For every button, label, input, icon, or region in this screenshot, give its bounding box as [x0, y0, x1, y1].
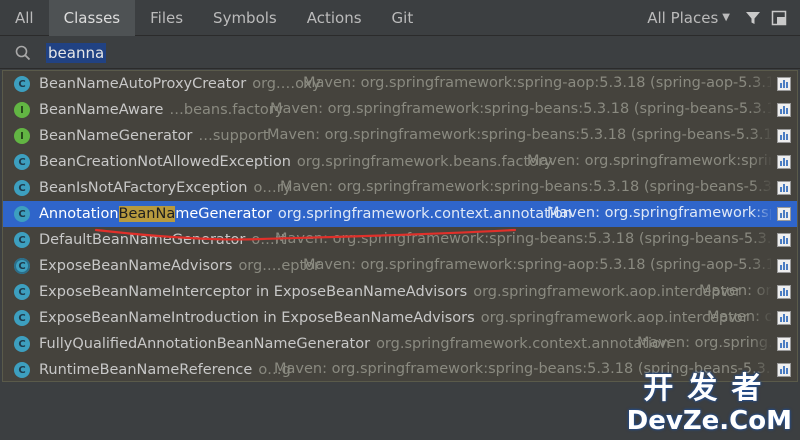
tab-all[interactable]: All [0, 0, 49, 36]
result-name: AnnotationBeanNameGenerator [39, 206, 272, 222]
result-package: org.springframework.context.annotation [277, 206, 572, 222]
abstract-class-icon: C [14, 258, 30, 274]
interface-icon: I [14, 102, 30, 118]
result-name: BeanNameAware [39, 102, 164, 118]
result-row[interactable]: C BeanCreationNotAllowedException org.spri… [3, 149, 797, 175]
scope-label: All Places [647, 8, 719, 27]
result-row[interactable]: I BeanNameAware …beans.factory Maven: org.s… [3, 97, 797, 123]
class-icon: C [14, 284, 30, 300]
class-icon: C [14, 180, 30, 196]
class-icon: C [14, 362, 30, 378]
result-name: BeanNameGenerator [39, 128, 193, 144]
class-icon: C [14, 310, 30, 326]
result-library: Maven: org.springframework:spring-aop:5.… [303, 75, 771, 91]
result-row[interactable]: C ExposeBeanNameIntroduction in ExposeBea… [3, 305, 797, 331]
class-icon: C [14, 232, 30, 248]
result-package: …support [198, 128, 269, 144]
interface-icon: I [14, 128, 30, 144]
result-row[interactable]: C BeanNameAutoProxyCreator org.…oxy Maven: … [3, 71, 797, 97]
result-package: org.springframework.beans.factory [296, 154, 553, 170]
tab-actions[interactable]: Actions [292, 0, 377, 36]
chevron-down-icon: ▼ [722, 12, 730, 23]
library-fade [751, 97, 773, 123]
watermark-line-1: 开发者 [643, 371, 776, 406]
filter-icon[interactable] [740, 0, 766, 36]
result-row[interactable]: C ExposeBeanNameInterceptor in ExposeBean… [3, 279, 797, 305]
library-fade [751, 149, 773, 175]
library-fade [751, 71, 773, 97]
search-everywhere-tabbar: All Classes Files Symbols Actions Git Al… [0, 0, 800, 36]
library-fade [751, 253, 773, 279]
library-icon [777, 207, 791, 221]
library-fade [751, 331, 773, 357]
open-in-tool-window-icon[interactable] [766, 0, 792, 36]
library-fade [751, 227, 773, 253]
scope-dropdown[interactable]: All Places ▼ [647, 9, 740, 27]
library-fade [751, 123, 773, 149]
result-name-suffix: meGenerator [175, 206, 272, 222]
watermark: 开发者 DevZe.CoM [626, 371, 792, 437]
result-row[interactable]: C AnnotationBeanNameGenerator org.springfr… [3, 201, 797, 227]
library-icon [777, 233, 791, 247]
result-row[interactable]: C DefaultBeanNameGenerator o…rt Maven: org.… [3, 227, 797, 253]
result-name: BeanCreationNotAllowedException [39, 154, 291, 170]
result-name: ExposeBeanNameIntroduction in ExposeBean… [39, 310, 475, 326]
library-icon [777, 337, 791, 351]
result-package: …beans.factory [169, 102, 284, 118]
tab-classes[interactable]: Classes [48, 0, 136, 36]
result-library: Maven: org.springframework:spring-beans:… [270, 101, 771, 117]
library-icon [777, 77, 791, 91]
tab-files[interactable]: Files [135, 0, 198, 36]
tab-git[interactable]: Git [377, 0, 429, 36]
watermark-line-2: DevZe.CoM [626, 406, 792, 436]
result-library: Maven: org.springframework:spring-beans:… [267, 127, 771, 143]
match-highlight: BeanNa [118, 206, 176, 222]
search-input[interactable]: beanna [46, 42, 107, 63]
library-icon [777, 181, 791, 195]
result-row[interactable]: C BeanIsNotAFactoryException o…ry Maven: or… [3, 175, 797, 201]
library-fade [751, 305, 773, 331]
class-icon: C [14, 76, 30, 92]
class-icon: C [14, 154, 30, 170]
library-icon [777, 103, 791, 117]
library-icon [777, 259, 791, 273]
library-fade [751, 175, 773, 201]
search-bar: beanna [0, 37, 800, 69]
result-library: Maven: org.springframework:sprin… [527, 153, 771, 169]
result-library: Maven: org.springframework:spring-beans:… [275, 231, 771, 247]
result-name: BeanNameAutoProxyCreator [39, 76, 247, 92]
result-name: RuntimeBeanNameReference [39, 362, 253, 378]
result-row[interactable]: I BeanNameGenerator …support Maven: org.spr… [3, 123, 797, 149]
result-name: ExposeBeanNameInterceptor in ExposeBeanN… [39, 284, 468, 300]
result-row[interactable]: C FullyQualifiedAnnotationBeanNameGenerat… [3, 331, 797, 357]
result-name: FullyQualifiedAnnotationBeanNameGenerato… [39, 336, 371, 352]
result-library: Maven: org.springframework:sp… [547, 205, 771, 221]
library-icon [777, 155, 791, 169]
result-name: DefaultBeanNameGenerator [39, 232, 246, 248]
library-icon [777, 311, 791, 325]
search-icon [14, 44, 32, 62]
results-list: C BeanNameAutoProxyCreator org.…oxy Maven: … [2, 70, 798, 382]
class-icon: C [14, 206, 30, 222]
result-library: Maven: org.springframework:spring-beans:… [280, 179, 771, 195]
library-icon [777, 285, 791, 299]
result-row[interactable]: C ExposeBeanNameAdvisors org.…eptor Maven: … [3, 253, 797, 279]
result-library: Maven: org.springframework:spring-aop:5.… [303, 257, 771, 273]
library-fade [751, 279, 773, 305]
result-name: BeanIsNotAFactoryException [39, 180, 248, 196]
result-name-prefix: Annotation [39, 206, 119, 222]
class-icon: C [14, 336, 30, 352]
result-package: org.springframework.context.annotation [376, 336, 671, 352]
tab-symbols[interactable]: Symbols [198, 0, 292, 36]
result-name: ExposeBeanNameAdvisors [39, 258, 233, 274]
library-icon [777, 129, 791, 143]
library-fade [751, 201, 773, 227]
